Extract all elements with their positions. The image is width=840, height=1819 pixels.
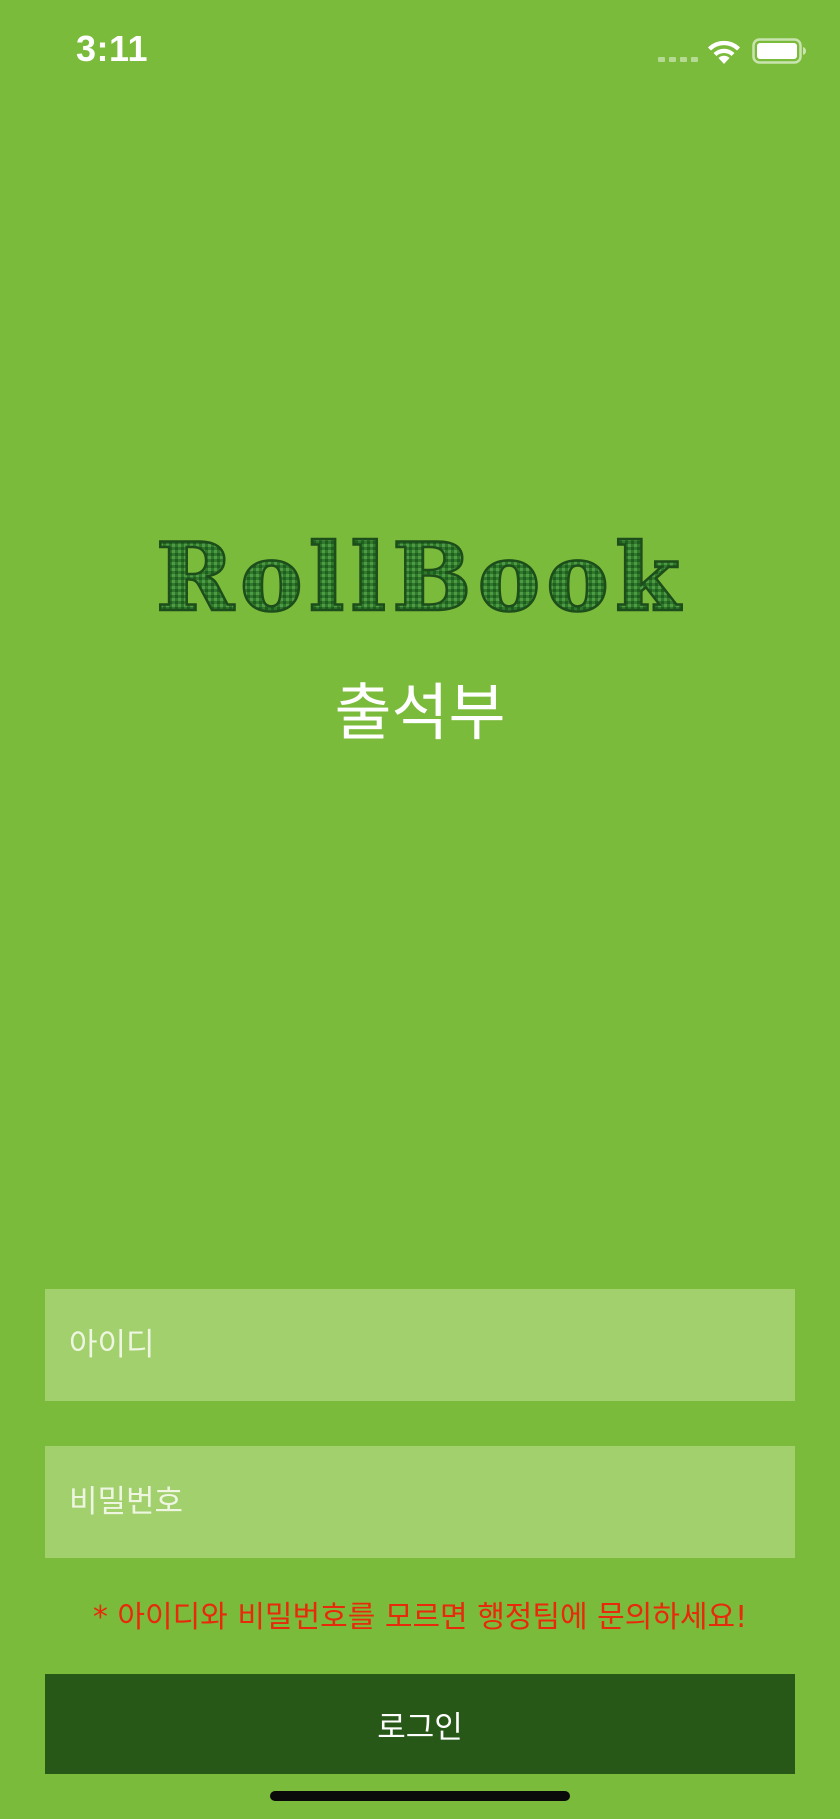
wifi-icon <box>708 40 740 64</box>
password-input[interactable] <box>67 1445 773 1559</box>
password-field[interactable] <box>45 1445 795 1559</box>
login-notice: * 아이디와 비밀번호를 모르면 행정팀에 문의하세요! <box>92 1600 748 1635</box>
status-bar: 3:11 <box>0 0 840 100</box>
app-subtitle: 출석부 <box>334 676 506 749</box>
battery-icon <box>752 38 806 64</box>
signal-dots-icon <box>658 57 698 63</box>
home-indicator[interactable] <box>270 1791 570 1801</box>
logo-text: RollBook <box>156 523 686 630</box>
id-input[interactable] <box>67 1288 773 1402</box>
id-field[interactable] <box>45 1288 795 1402</box>
status-time: 3:11 <box>76 28 149 69</box>
login-button[interactable]: 로그인 <box>45 1674 795 1774</box>
rollbook-logo: RollBook <box>155 522 686 630</box>
